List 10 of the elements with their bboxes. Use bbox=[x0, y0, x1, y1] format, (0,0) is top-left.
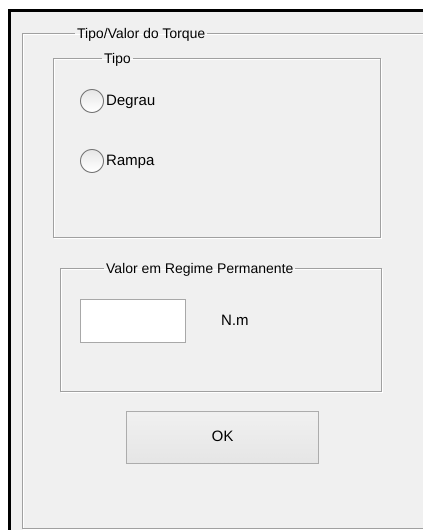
radio-label: Degrau bbox=[106, 90, 156, 111]
radio-button[interactable] bbox=[80, 149, 104, 173]
group-title: Valor em Regime Permanente bbox=[105, 260, 294, 277]
value-field[interactable] bbox=[80, 299, 186, 343]
radio-button[interactable] bbox=[80, 89, 104, 113]
radio-label: Rampa bbox=[106, 150, 154, 171]
unit-label: N.m bbox=[221, 310, 248, 331]
ok-button[interactable]: OK bbox=[126, 411, 319, 464]
group-title: Tipo/Valor do Torque bbox=[76, 25, 206, 42]
group-title: Tipo bbox=[103, 50, 132, 67]
